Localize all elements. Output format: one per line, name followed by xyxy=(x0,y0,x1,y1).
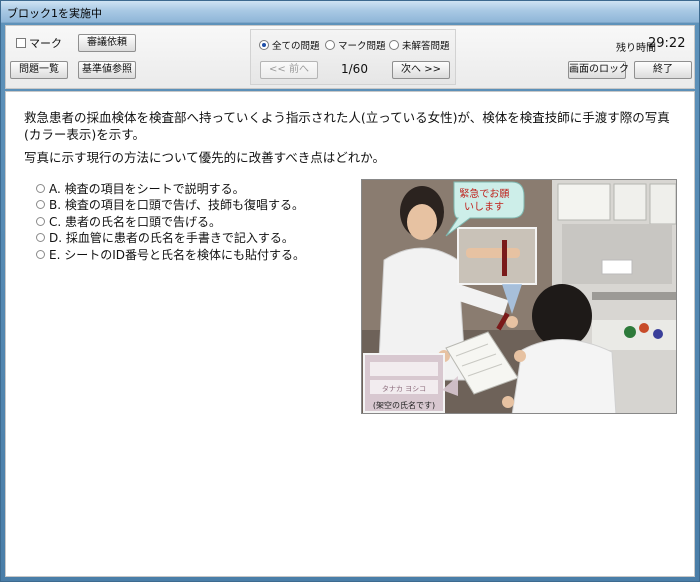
speech-bubble-line-2: いします xyxy=(464,201,504,213)
review-request-button[interactable]: 審議依頼 xyxy=(78,34,136,52)
question-panel: 救急患者の採血検体を検査部へ持っていくよう指示された人(立っている女性)が、検体… xyxy=(5,91,695,577)
radio-icon[interactable] xyxy=(36,216,45,226)
toolbar: マーク 審議依頼 問題一覧 基準値参照 全ての問題 マーク問題 未解答問題 <<… xyxy=(5,25,695,89)
mark-label: マーク xyxy=(29,37,62,50)
question-list-button[interactable]: 問題一覧 xyxy=(10,61,68,79)
radio-icon[interactable] xyxy=(36,200,45,210)
radio-icon[interactable] xyxy=(36,233,45,243)
timer-value: 29:22 xyxy=(648,36,686,51)
filter-unanswered[interactable]: 未解答問題 xyxy=(389,38,450,52)
radio-icon[interactable] xyxy=(259,40,269,50)
inset-name-text: タナカ ヨシコ xyxy=(382,384,426,393)
next-button[interactable]: 次へ >> xyxy=(392,61,450,79)
radio-icon[interactable] xyxy=(36,249,45,259)
filter-all[interactable]: 全ての問題 xyxy=(259,38,320,52)
choice-d[interactable]: D. 採血管に患者の氏名を手書きで記入する。 xyxy=(36,230,305,247)
mark-checkbox[interactable]: マーク xyxy=(16,35,62,51)
choice-c[interactable]: C. 患者の氏名を口頭で告げる。 xyxy=(36,213,305,230)
app-window: ブロック1を実施中 マーク 審議依頼 問題一覧 基準値参照 全ての問題 マーク問… xyxy=(0,0,700,582)
question-photo: 緊急でお願 いします タナカ ヨシコ (架空の氏名です) xyxy=(361,179,677,414)
choice-e[interactable]: E. シートのID番号と氏名を検体にも貼付する。 xyxy=(36,246,305,263)
reference-values-button[interactable]: 基準値参照 xyxy=(78,61,136,79)
choice-b[interactable]: B. 検査の項目を口頭で告げ、技師も復唱する。 xyxy=(36,197,305,214)
choice-list: A. 検査の項目をシートで説明する。 B. 検査の項目を口頭で告げ、技師も復唱す… xyxy=(36,180,305,263)
checkbox-square[interactable] xyxy=(16,38,26,48)
question-counter: 1/60 xyxy=(341,62,368,76)
title-bar: ブロック1を実施中 xyxy=(1,1,699,23)
question-prompt: 写真に示す現行の方法について優先的に改善すべき点はどれか。 xyxy=(24,150,386,165)
photo-illustration: 緊急でお願 いします タナカ ヨシコ (架空の氏名です) xyxy=(362,180,676,413)
radio-icon[interactable] xyxy=(389,40,399,50)
end-button[interactable]: 終了 xyxy=(634,61,692,79)
question-text: 救急患者の採血検体を検査部へ持っていくよう指示された人(立っている女性)が、検体… xyxy=(24,110,670,142)
prev-button[interactable]: << 前へ xyxy=(260,61,318,79)
radio-icon[interactable] xyxy=(325,40,335,50)
speech-bubble-line-1: 緊急でお願 xyxy=(459,187,509,200)
choice-a[interactable]: A. 検査の項目をシートで説明する。 xyxy=(36,180,305,197)
lock-screen-button[interactable]: 画面のロック xyxy=(568,61,629,79)
radio-icon[interactable] xyxy=(36,183,45,193)
filter-panel: 全ての問題 マーク問題 未解答問題 << 前へ 1/60 次へ >> xyxy=(250,29,456,85)
photo-caption: (架空の氏名です) xyxy=(373,400,435,410)
filter-marked[interactable]: マーク問題 xyxy=(325,38,386,52)
window-title: ブロック1を実施中 xyxy=(7,7,102,20)
